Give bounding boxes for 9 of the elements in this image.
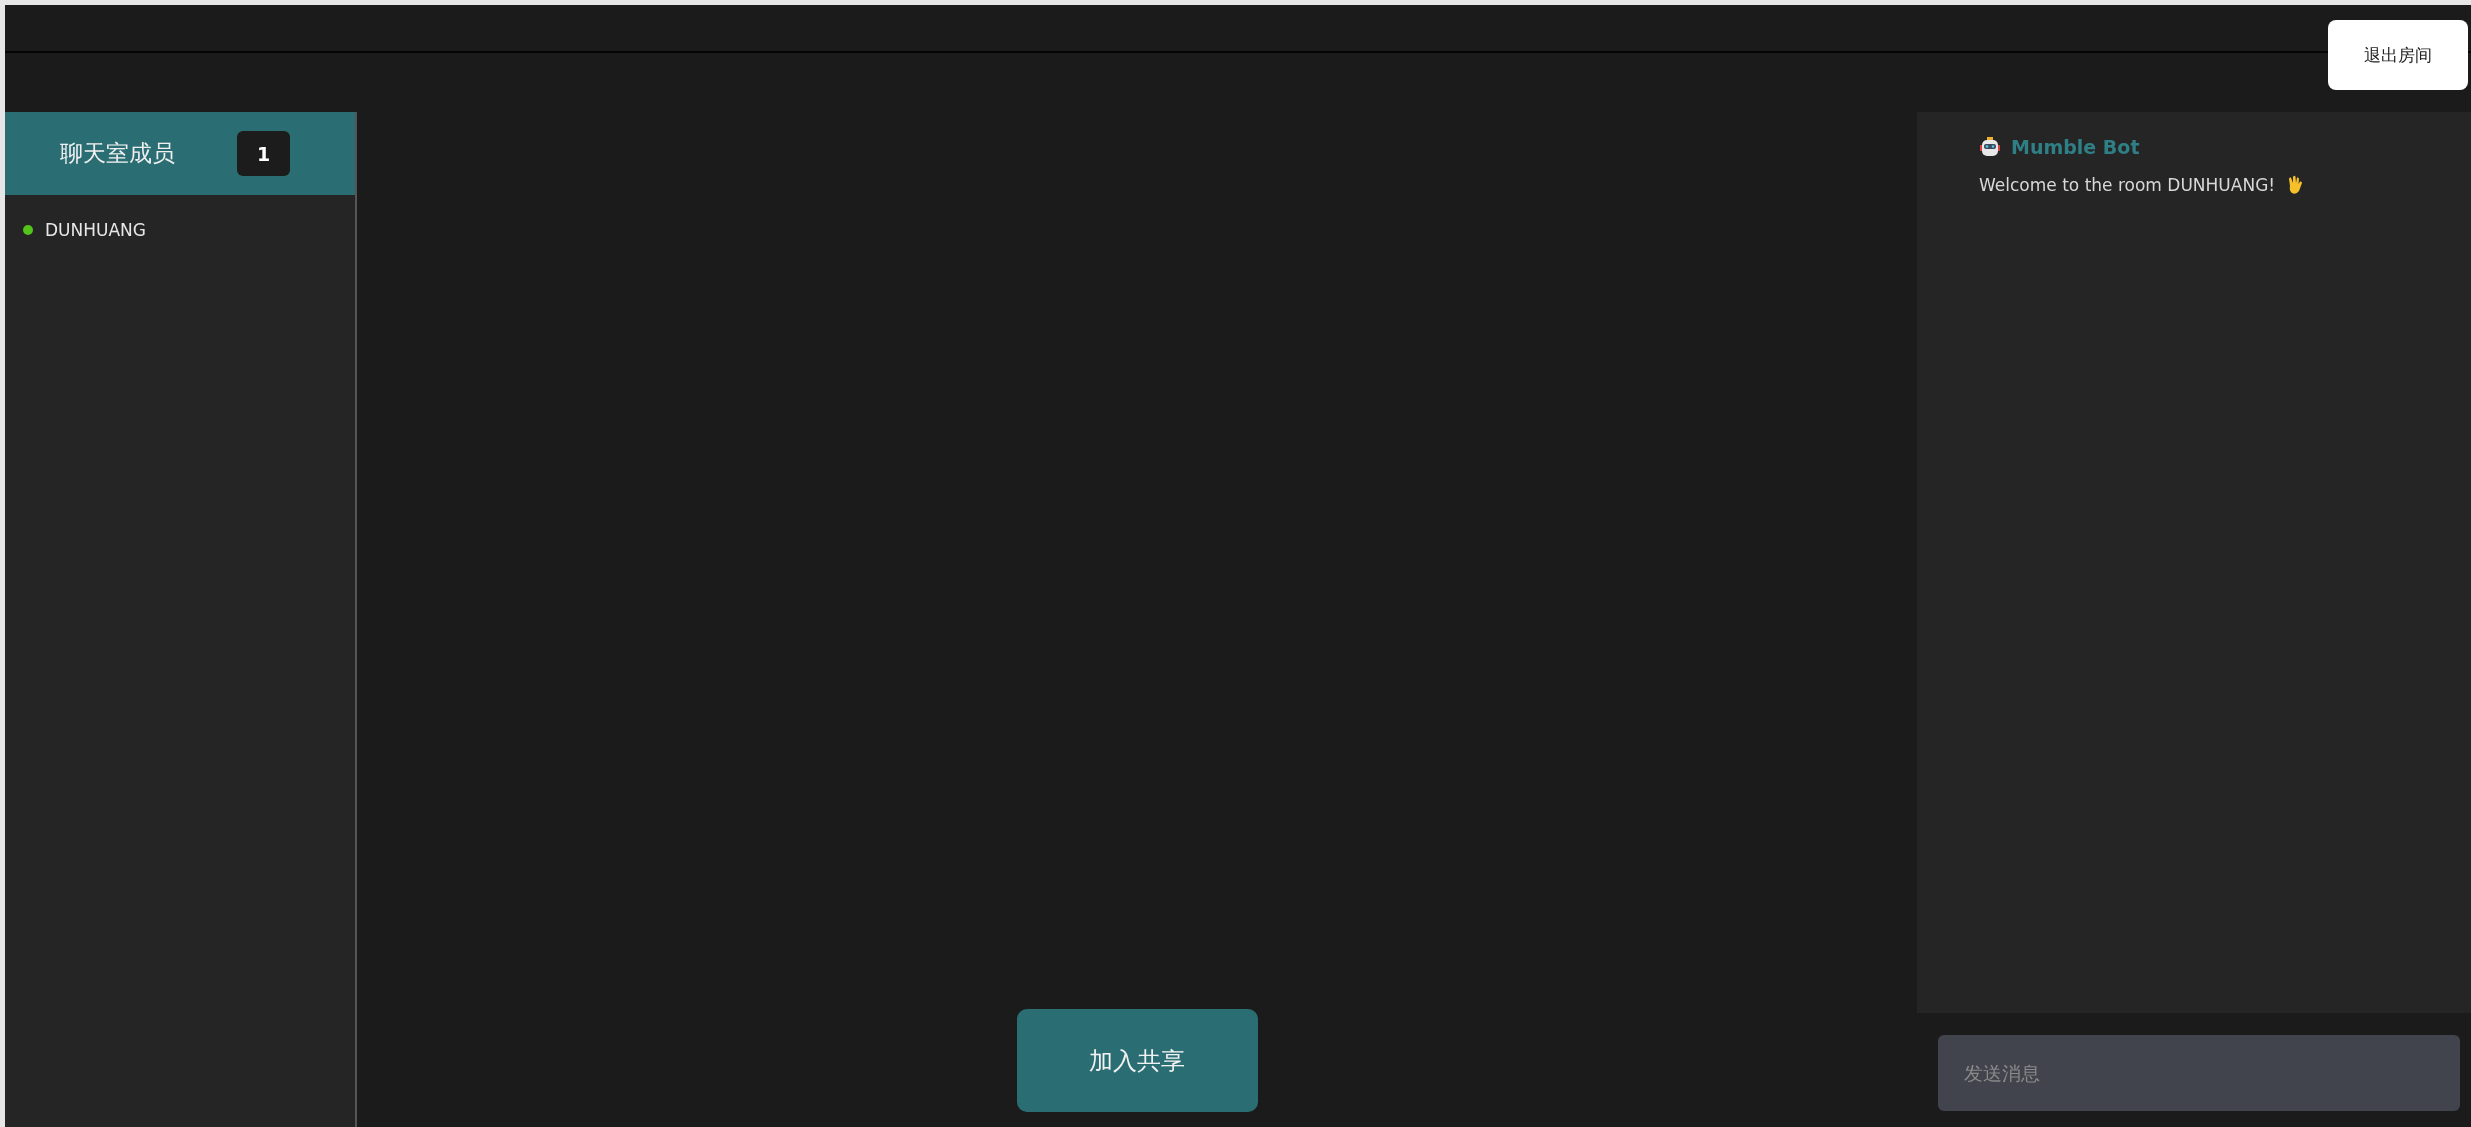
member-name: DUNHUANG: [45, 220, 146, 240]
message-text: Welcome to the room DUNHUANG!: [1979, 175, 2276, 195]
member-count-badge: 1: [237, 131, 290, 176]
message-input[interactable]: 发送消息: [1938, 1035, 2460, 1111]
message-author: Mumble Bot: [2011, 136, 2140, 158]
join-share-button[interactable]: 加入共享: [1016, 1009, 1258, 1112]
robot-icon: [1979, 136, 2001, 158]
leave-room-button[interactable]: 退出房间: [2328, 20, 2468, 90]
sidebar-title: 聊天室成员: [60, 139, 175, 168]
